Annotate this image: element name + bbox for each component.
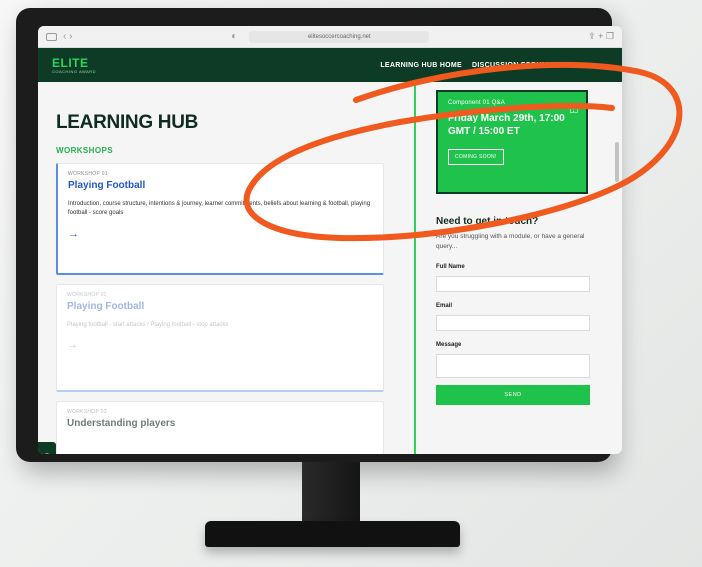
- page-content: LEARNING HUB WORKSHOPS WORKSHOP 01 Playi…: [38, 82, 622, 454]
- monitor-bezel: ‹ › ◐ elitesoccercoaching.net ⇪ + ❐ ELIT…: [16, 8, 622, 462]
- sidebar-toggle-icon[interactable]: [46, 32, 57, 41]
- monitor-stand-foot: [205, 521, 460, 547]
- monitor-screen: ‹ › ◐ elitesoccercoaching.net ⇪ + ❐ ELIT…: [38, 26, 622, 454]
- nav-discussion-forum[interactable]: DISCUSSION FORUM: [472, 62, 548, 69]
- workshop-number: WORKSHOP 02: [67, 292, 107, 298]
- nav-learning-hub-home[interactable]: LEARNING HUB HOME: [380, 62, 462, 69]
- email-label: Email: [436, 302, 453, 309]
- workshop-card-03[interactable]: WORKSHOP 03 Understanding players: [56, 401, 384, 454]
- contact-heading: Need to get in touch?: [436, 216, 539, 227]
- privacy-shield-icon[interactable]: ◐: [231, 31, 237, 42]
- workshop-card-01[interactable]: WORKSHOP 01 Playing Football Introductio…: [56, 163, 384, 275]
- workshop-card-02[interactable]: WORKSHOP 02 Playing Football Playing foo…: [56, 284, 384, 392]
- qa-promo-box: Component 01 Q&A Friday March 29th, 17:0…: [436, 90, 588, 194]
- arrow-right-icon[interactable]: →: [67, 339, 375, 351]
- coming-soon-button[interactable]: COMING SOON!: [448, 149, 504, 165]
- workshop-description: Playing football - start attacks / Playi…: [67, 322, 229, 328]
- contact-subtext: Are you struggling with a module, or hav…: [436, 233, 585, 251]
- workshop-number: WORKSHOP 03: [67, 409, 107, 415]
- workshop-number: WORKSHOP 01: [68, 171, 108, 177]
- logo-wordmark: ELITE: [52, 55, 89, 70]
- workshop-description: Introduction, course structure, intentio…: [68, 201, 371, 217]
- back-forward-buttons[interactable]: ‹ ›: [63, 31, 72, 42]
- chat-widget-icon[interactable]: ✪: [38, 442, 56, 454]
- monitor-stand-neck: [302, 462, 360, 528]
- arrow-right-icon[interactable]: →: [68, 228, 375, 240]
- send-button[interactable]: SEND: [436, 384, 590, 405]
- main-column: LEARNING HUB WORKSHOPS WORKSHOP 01 Playi…: [38, 82, 414, 454]
- site-logo[interactable]: ELITE COACHING AWARD: [52, 57, 96, 74]
- chat-question-icon: ⍰: [569, 100, 578, 116]
- workshop-title[interactable]: Playing Football: [68, 180, 375, 191]
- message-label: Message: [436, 341, 462, 348]
- logo-subtitle: COACHING AWARD: [52, 68, 97, 74]
- email-field[interactable]: [436, 314, 590, 331]
- scrollbar[interactable]: [615, 142, 619, 182]
- address-bar[interactable]: elitesoccercoaching.net: [249, 30, 430, 43]
- workshop-title[interactable]: Understanding players: [67, 418, 375, 429]
- promo-kicker: Component 01 Q&A: [448, 100, 505, 106]
- message-field[interactable]: [436, 353, 590, 378]
- sidebar: Component 01 Q&A Friday March 29th, 17:0…: [414, 82, 622, 454]
- workshop-title[interactable]: Playing Football: [67, 301, 375, 312]
- full-name-field[interactable]: [436, 275, 590, 292]
- site-header: ELITE COACHING AWARD LEARNING HUB HOME D…: [38, 48, 622, 82]
- browser-toolbar: ‹ › ◐ elitesoccercoaching.net ⇪ + ❐: [38, 26, 622, 48]
- promo-date: Friday March 29th, 17:00 GMT / 15:00 ET: [448, 113, 565, 137]
- share-newtab-tabs-icons[interactable]: ⇪ + ❐: [588, 31, 614, 42]
- section-label-workshops: WORKSHOPS: [56, 146, 113, 155]
- full-name-label: Full Name: [436, 263, 465, 270]
- page-title: LEARNING HUB: [56, 112, 199, 133]
- top-nav: LEARNING HUB HOME DISCUSSION FORUM: [380, 62, 548, 69]
